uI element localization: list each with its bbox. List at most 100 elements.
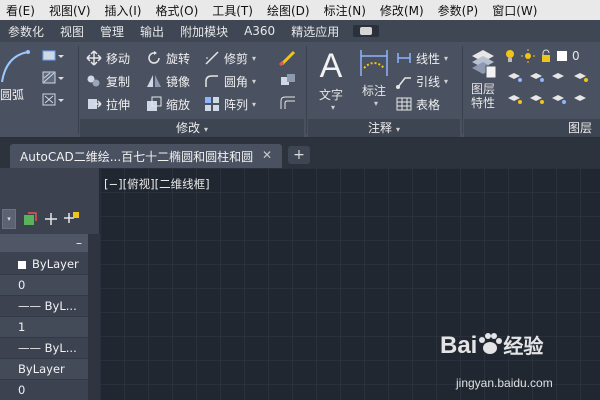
tab-output[interactable]: 输出 [132, 23, 172, 40]
chevron-down-icon: ▾ [396, 125, 401, 134]
separator [78, 46, 79, 134]
stretch-icon [88, 99, 102, 109]
rotate-icon [148, 51, 160, 64]
tab-manage[interactable]: 管理 [92, 23, 132, 40]
prop-lineweight[interactable]: —— ByL... [0, 338, 88, 359]
modify-panel-title[interactable]: 修改 ▾ [80, 119, 304, 137]
menu-edit[interactable]: 看(E) [0, 2, 43, 19]
table-icon [396, 97, 412, 111]
lock-icon [542, 49, 550, 62]
paw-icon [479, 333, 503, 354]
menu-view[interactable]: 视图(V) [43, 2, 99, 19]
chevron-down-icon[interactable]: ▾ [252, 77, 256, 86]
chevron-down-icon: ▾ [373, 99, 378, 108]
menu-window[interactable]: 窗口(W) [486, 2, 545, 19]
layer-properties-button[interactable]: 图层 特性 [466, 46, 500, 118]
hatch-icon[interactable] [40, 70, 64, 86]
prop-linetype[interactable]: —— ByL... [0, 296, 88, 317]
menu-modify[interactable]: 修改(M) [374, 2, 432, 19]
menu-tools[interactable]: 工具(T) [206, 2, 261, 19]
text-button[interactable]: A 文字 ▾ [312, 46, 350, 118]
prop-color[interactable]: ByLayer [0, 254, 88, 275]
layer-tools-grid [506, 70, 600, 114]
linear-dimension-icon [397, 53, 411, 63]
chevron-down-icon[interactable]: ▾ [252, 54, 256, 63]
palette-toolbar: ▾ [0, 204, 100, 234]
scale-icon [147, 96, 162, 111]
fillet-button[interactable]: 圆角 ▾ [204, 70, 256, 92]
menu-dimension[interactable]: 标注(N) [318, 2, 374, 19]
layer-color-swatch [557, 51, 567, 61]
watermark-url: jingyan.baidu.com [456, 376, 553, 390]
layer-stack-icon [472, 50, 497, 79]
copy-icon [87, 75, 100, 87]
menu-format[interactable]: 格式(O) [149, 2, 206, 19]
select-objects-icon[interactable] [44, 212, 58, 226]
move-button[interactable]: 移动 [86, 47, 130, 69]
menu-draw[interactable]: 绘图(D) [261, 2, 318, 19]
dimension-icon [360, 50, 388, 76]
menu-bar: 看(E) 视图(V) 插入(I) 格式(O) 工具(T) 绘图(D) 标注(N)… [0, 0, 600, 20]
layer-tool-icon[interactable] [506, 70, 596, 114]
close-icon[interactable]: ✕ [262, 148, 272, 162]
palette-scrollbar[interactable] [88, 234, 100, 400]
palette-section-header[interactable]: – [0, 234, 88, 252]
menu-parameter[interactable]: 参数(P) [432, 2, 487, 19]
mirror-icon [147, 75, 161, 87]
layer-control-row[interactable]: 0 [504, 48, 600, 64]
viewport-controls-label[interactable]: [−][俯视][二维线框] [104, 176, 210, 192]
prop-transparency[interactable]: ByLayer [0, 359, 88, 380]
dimension-button[interactable]: 标注 ▾ [354, 46, 394, 118]
prop-thickness[interactable]: 0 [0, 380, 88, 400]
rectangle-icon[interactable] [40, 48, 64, 64]
separator [306, 46, 307, 134]
sun-icon [521, 49, 535, 63]
properties-palette: ▾ – ByLayer 0 —— ByL... 1 —— ByL... ByLa… [0, 168, 100, 400]
color-swatch [18, 260, 26, 269]
offset-icon[interactable] [278, 94, 298, 112]
layers-panel-title[interactable]: 图层 [464, 119, 600, 137]
chevron-down-icon: ▾ [330, 103, 335, 112]
watermark-brand: Bai 经验 [440, 332, 544, 359]
tab-featured-apps[interactable]: 精选应用 [283, 23, 347, 40]
separator [462, 46, 463, 134]
baidu-watermark: Bai 经验 jingyan.baidu.com [440, 330, 590, 392]
tab-view[interactable]: 视图 [52, 23, 92, 40]
chevron-down-icon[interactable]: ▾ [252, 100, 256, 109]
scale-button[interactable]: 缩放 [146, 93, 190, 115]
arc-icon[interactable] [0, 48, 30, 86]
object-select-dropdown[interactable]: ▾ [2, 209, 16, 229]
chevron-down-icon[interactable]: ▾ [444, 77, 448, 86]
tab-addins[interactable]: 附加模块 [172, 23, 236, 40]
stretch-button[interactable]: 拉伸 [86, 93, 130, 115]
tab-parametric[interactable]: 参数化 [0, 23, 52, 40]
erase-icon[interactable] [278, 48, 298, 66]
leader-button[interactable]: 引线 ▾ [396, 70, 448, 92]
array-button[interactable]: 阵列 ▾ [204, 93, 256, 115]
prop-linetype-scale[interactable]: 1 [0, 317, 88, 338]
toggle-pickadd-icon[interactable] [64, 211, 80, 227]
array-icon [205, 97, 219, 111]
region-icon[interactable] [40, 92, 64, 108]
chevron-down-icon: ▾ [204, 125, 209, 134]
linear-dim-button[interactable]: 线性 ▾ [396, 47, 448, 69]
table-button[interactable]: 表格 [396, 93, 440, 115]
quick-select-icon[interactable] [22, 211, 38, 227]
document-tab[interactable]: AutoCAD二维绘...百七十二椭圆和圆柱和圆 ✕ [10, 144, 282, 168]
new-tab-button[interactable]: + [288, 146, 310, 164]
tab-a360[interactable]: A360 [236, 24, 283, 38]
trim-icon [205, 51, 219, 65]
chevron-down-icon[interactable]: ▾ [444, 54, 448, 63]
arc-label[interactable]: 圆弧 [0, 86, 24, 103]
copy-button[interactable]: 复制 [86, 70, 130, 92]
trim-button[interactable]: 修剪 ▾ [204, 47, 256, 69]
prop-layer[interactable]: 0 [0, 275, 88, 296]
ribbon-toggle-button[interactable] [353, 25, 380, 37]
explode-icon[interactable] [278, 71, 298, 89]
rotate-button[interactable]: 旋转 [146, 47, 190, 69]
annotation-panel-title[interactable]: 注释 ▾ [308, 119, 460, 137]
mirror-button[interactable]: 镜像 [146, 70, 190, 92]
menu-insert[interactable]: 插入(I) [99, 2, 150, 19]
leader-icon [396, 77, 411, 89]
move-icon [86, 50, 102, 66]
